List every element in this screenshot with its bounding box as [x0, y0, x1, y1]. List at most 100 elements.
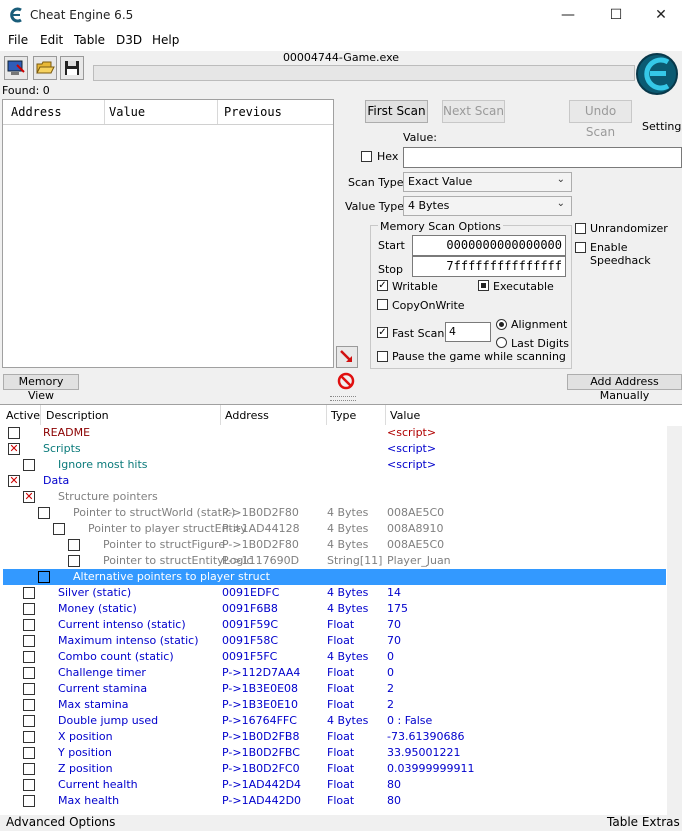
table-row[interactable]: Current stamina P->1B3E0E08 Float 2 [0, 681, 682, 697]
table-row[interactable]: Money (static) 0091F6B8 4 Bytes 175 [0, 601, 682, 617]
active-checkbox[interactable] [68, 555, 80, 567]
table-row[interactable]: ✕ Structure pointers [0, 489, 682, 505]
splitter-grip[interactable] [330, 396, 356, 401]
active-checkbox[interactable] [23, 635, 35, 647]
results-col-previous[interactable]: Previous [224, 105, 282, 119]
minimize-button[interactable]: — [545, 0, 591, 31]
table-row[interactable]: ✕ Scripts <script> [0, 441, 682, 457]
active-checkbox[interactable] [23, 731, 35, 743]
col-address[interactable]: Address [225, 409, 269, 422]
results-list[interactable]: Address Value Previous [2, 99, 334, 368]
table-row[interactable]: Combo count (static) 0091F5FC 4 Bytes 0 [0, 649, 682, 665]
start-address-input[interactable]: 0000000000000000 [412, 235, 566, 256]
col-active[interactable]: Active [6, 409, 40, 422]
memory-view-button[interactable]: Memory View [3, 374, 79, 402]
value-type-select[interactable]: 4 Bytes ⌄ [403, 196, 572, 216]
menu-help[interactable]: Help [152, 33, 179, 47]
active-checkbox[interactable]: ✕ [8, 443, 20, 455]
table-row[interactable]: Maximum intenso (static) 0091F58C Float 70 [0, 633, 682, 649]
active-checkbox[interactable] [8, 427, 20, 439]
active-checkbox[interactable] [23, 683, 35, 695]
scan-type-select[interactable]: Exact Value ⌄ [403, 172, 572, 192]
active-checkbox[interactable] [23, 619, 35, 631]
active-checkbox[interactable] [23, 779, 35, 791]
value-input[interactable] [403, 147, 682, 168]
hex-checkbox[interactable] [361, 151, 372, 162]
table-row[interactable]: Current health P->1AD442D4 Float 80 [0, 777, 682, 793]
table-extras-link[interactable]: Table Extras [607, 815, 680, 829]
active-checkbox[interactable] [23, 667, 35, 679]
next-scan-button[interactable]: Next Scan [442, 100, 505, 123]
table-row[interactable]: Silver (static) 0091EDFC 4 Bytes 14 [0, 585, 682, 601]
table-row[interactable]: Pointer to structFigure P->1B0D2F80 4 Byte… [0, 537, 682, 553]
table-row[interactable]: README <script> [0, 425, 682, 441]
results-col-value[interactable]: Value [109, 105, 145, 119]
active-checkbox[interactable] [38, 571, 50, 583]
table-row[interactable]: Max health P->1AD442D0 Float 80 [0, 793, 682, 809]
table-row[interactable]: ✕ Data [0, 473, 682, 489]
active-checkbox[interactable] [23, 651, 35, 663]
alignment-radio[interactable] [496, 319, 507, 330]
active-checkbox[interactable] [23, 747, 35, 759]
settings-logo[interactable]: Settings [634, 50, 682, 133]
menu-table[interactable]: Table [74, 33, 105, 47]
table-row[interactable]: X position P->1B0D2FB8 Float -73.61390686 [0, 729, 682, 745]
table-row[interactable]: Z position P->1B0D2FC0 Float 0.03999999911 [0, 761, 682, 777]
maximize-button[interactable]: ☐ [593, 0, 639, 31]
active-checkbox[interactable] [23, 795, 35, 807]
stop-address-input[interactable]: 7fffffffffffffff [412, 256, 566, 277]
table-row[interactable]: Alternative pointers to player struct [0, 569, 682, 585]
active-checkbox[interactable]: ✕ [8, 475, 20, 487]
active-checkbox[interactable] [68, 539, 80, 551]
results-col-address[interactable]: Address [11, 105, 62, 119]
table-row[interactable]: Pointer to structEntityLogic P->1117690D S… [0, 553, 682, 569]
address-table[interactable]: Active Description Address Type Value RE… [0, 404, 682, 815]
table-row[interactable]: Current intenso (static) 0091F59C Float 70 [0, 617, 682, 633]
table-row[interactable]: Max stamina P->1B3E0E10 Float 2 [0, 697, 682, 713]
pause-game-checkbox[interactable] [377, 351, 388, 362]
column-divider[interactable] [326, 405, 327, 425]
active-checkbox[interactable]: ✕ [23, 491, 35, 503]
table-scrollbar[interactable] [667, 426, 682, 815]
active-checkbox[interactable] [53, 523, 65, 535]
first-scan-button[interactable]: First Scan [365, 100, 428, 123]
active-checkbox[interactable] [23, 587, 35, 599]
fastscan-checkbox[interactable]: ✓ [377, 327, 388, 338]
active-checkbox[interactable] [38, 507, 50, 519]
table-row[interactable]: Double jump used P->16764FFC 4 Bytes 0 : Fa… [0, 713, 682, 729]
active-checkbox[interactable] [23, 603, 35, 615]
column-divider[interactable] [40, 405, 41, 425]
column-divider[interactable] [104, 100, 105, 124]
column-divider[interactable] [220, 405, 221, 425]
active-checkbox[interactable] [23, 763, 35, 775]
col-description[interactable]: Description [46, 409, 109, 422]
last-digits-radio[interactable] [496, 337, 507, 348]
copyonwrite-checkbox[interactable] [377, 299, 388, 310]
advanced-options-link[interactable]: Advanced Options [6, 815, 115, 829]
add-to-list-button[interactable] [336, 346, 358, 368]
column-divider[interactable] [385, 405, 386, 425]
table-row[interactable]: Pointer to structWorld (static) P->1B0D2F… [0, 505, 682, 521]
writable-checkbox[interactable]: ✓ [377, 280, 388, 291]
active-checkbox[interactable] [23, 699, 35, 711]
col-type[interactable]: Type [331, 409, 356, 422]
menu-edit[interactable]: Edit [40, 33, 63, 47]
close-button[interactable]: ✕ [638, 0, 682, 31]
add-address-manually-button[interactable]: Add Address Manually [567, 374, 682, 402]
active-checkbox[interactable] [23, 459, 35, 471]
speedhack-checkbox[interactable] [575, 242, 586, 253]
table-row[interactable]: Y position P->1B0D2FBC Float 33.95001221 [0, 745, 682, 761]
executable-checkbox[interactable] [478, 280, 489, 291]
table-row[interactable]: Challenge timer P->112D7AA4 Float 0 [0, 665, 682, 681]
stop-scan-button[interactable] [337, 372, 355, 390]
table-row[interactable]: Pointer to player structEntity P->1AD4412… [0, 521, 682, 537]
col-value[interactable]: Value [390, 409, 420, 422]
menu-d3d[interactable]: D3D [116, 33, 142, 47]
fastscan-input[interactable]: 4 [445, 322, 491, 342]
active-checkbox[interactable] [23, 715, 35, 727]
undo-scan-button[interactable]: Undo Scan [569, 100, 632, 139]
column-divider[interactable] [217, 100, 218, 124]
menu-file[interactable]: File [8, 33, 28, 47]
unrandomizer-checkbox[interactable] [575, 223, 586, 234]
table-row[interactable]: Ignore most hits <script> [0, 457, 682, 473]
